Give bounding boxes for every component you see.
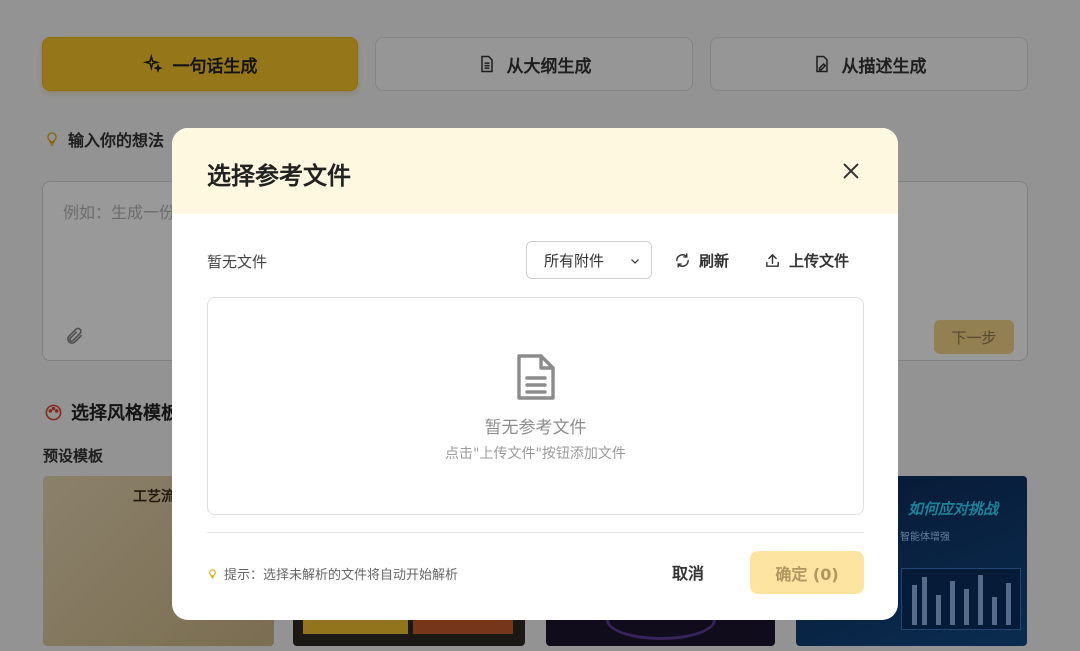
- confirm-button[interactable]: 确定 (0): [750, 551, 864, 594]
- upload-icon: [766, 253, 779, 267]
- tip-label: 提示：选择未解析的文件将自动开始解析: [224, 568, 459, 583]
- footer-divider: [207, 532, 864, 533]
- lightbulb-icon: [209, 568, 216, 579]
- select-value: 所有附件: [544, 251, 605, 270]
- attachment-filter-select[interactable]: 所有附件: [526, 241, 652, 279]
- close-icon[interactable]: [840, 160, 862, 182]
- empty-title: 暂无参考文件: [484, 418, 587, 438]
- select-reference-file-dialog: 选择参考文件 暂无文件 所有附件 刷新 上传文件 暂无参考文件 点击"上传文件"…: [172, 128, 898, 620]
- document-icon: [517, 354, 555, 400]
- cancel-button[interactable]: 取消: [672, 560, 704, 584]
- refresh-label: 刷新: [699, 251, 730, 270]
- empty-hint: 点击"上传文件"按钮添加文件: [445, 446, 626, 462]
- file-status-text: 暂无文件: [207, 253, 268, 271]
- upload-file-button[interactable]: 上传文件: [764, 241, 849, 279]
- refresh-button[interactable]: 刷新: [674, 241, 729, 279]
- dialog-header: 选择参考文件: [172, 128, 898, 214]
- file-list-empty-area: 暂无参考文件 点击"上传文件"按钮添加文件: [207, 297, 864, 515]
- upload-label: 上传文件: [789, 251, 850, 270]
- dialog-title: 选择参考文件: [207, 162, 351, 190]
- tip-text: 提示：选择未解析的文件将自动开始解析: [207, 564, 458, 583]
- chevron-down-icon: [631, 259, 639, 264]
- refresh-icon: [676, 252, 689, 268]
